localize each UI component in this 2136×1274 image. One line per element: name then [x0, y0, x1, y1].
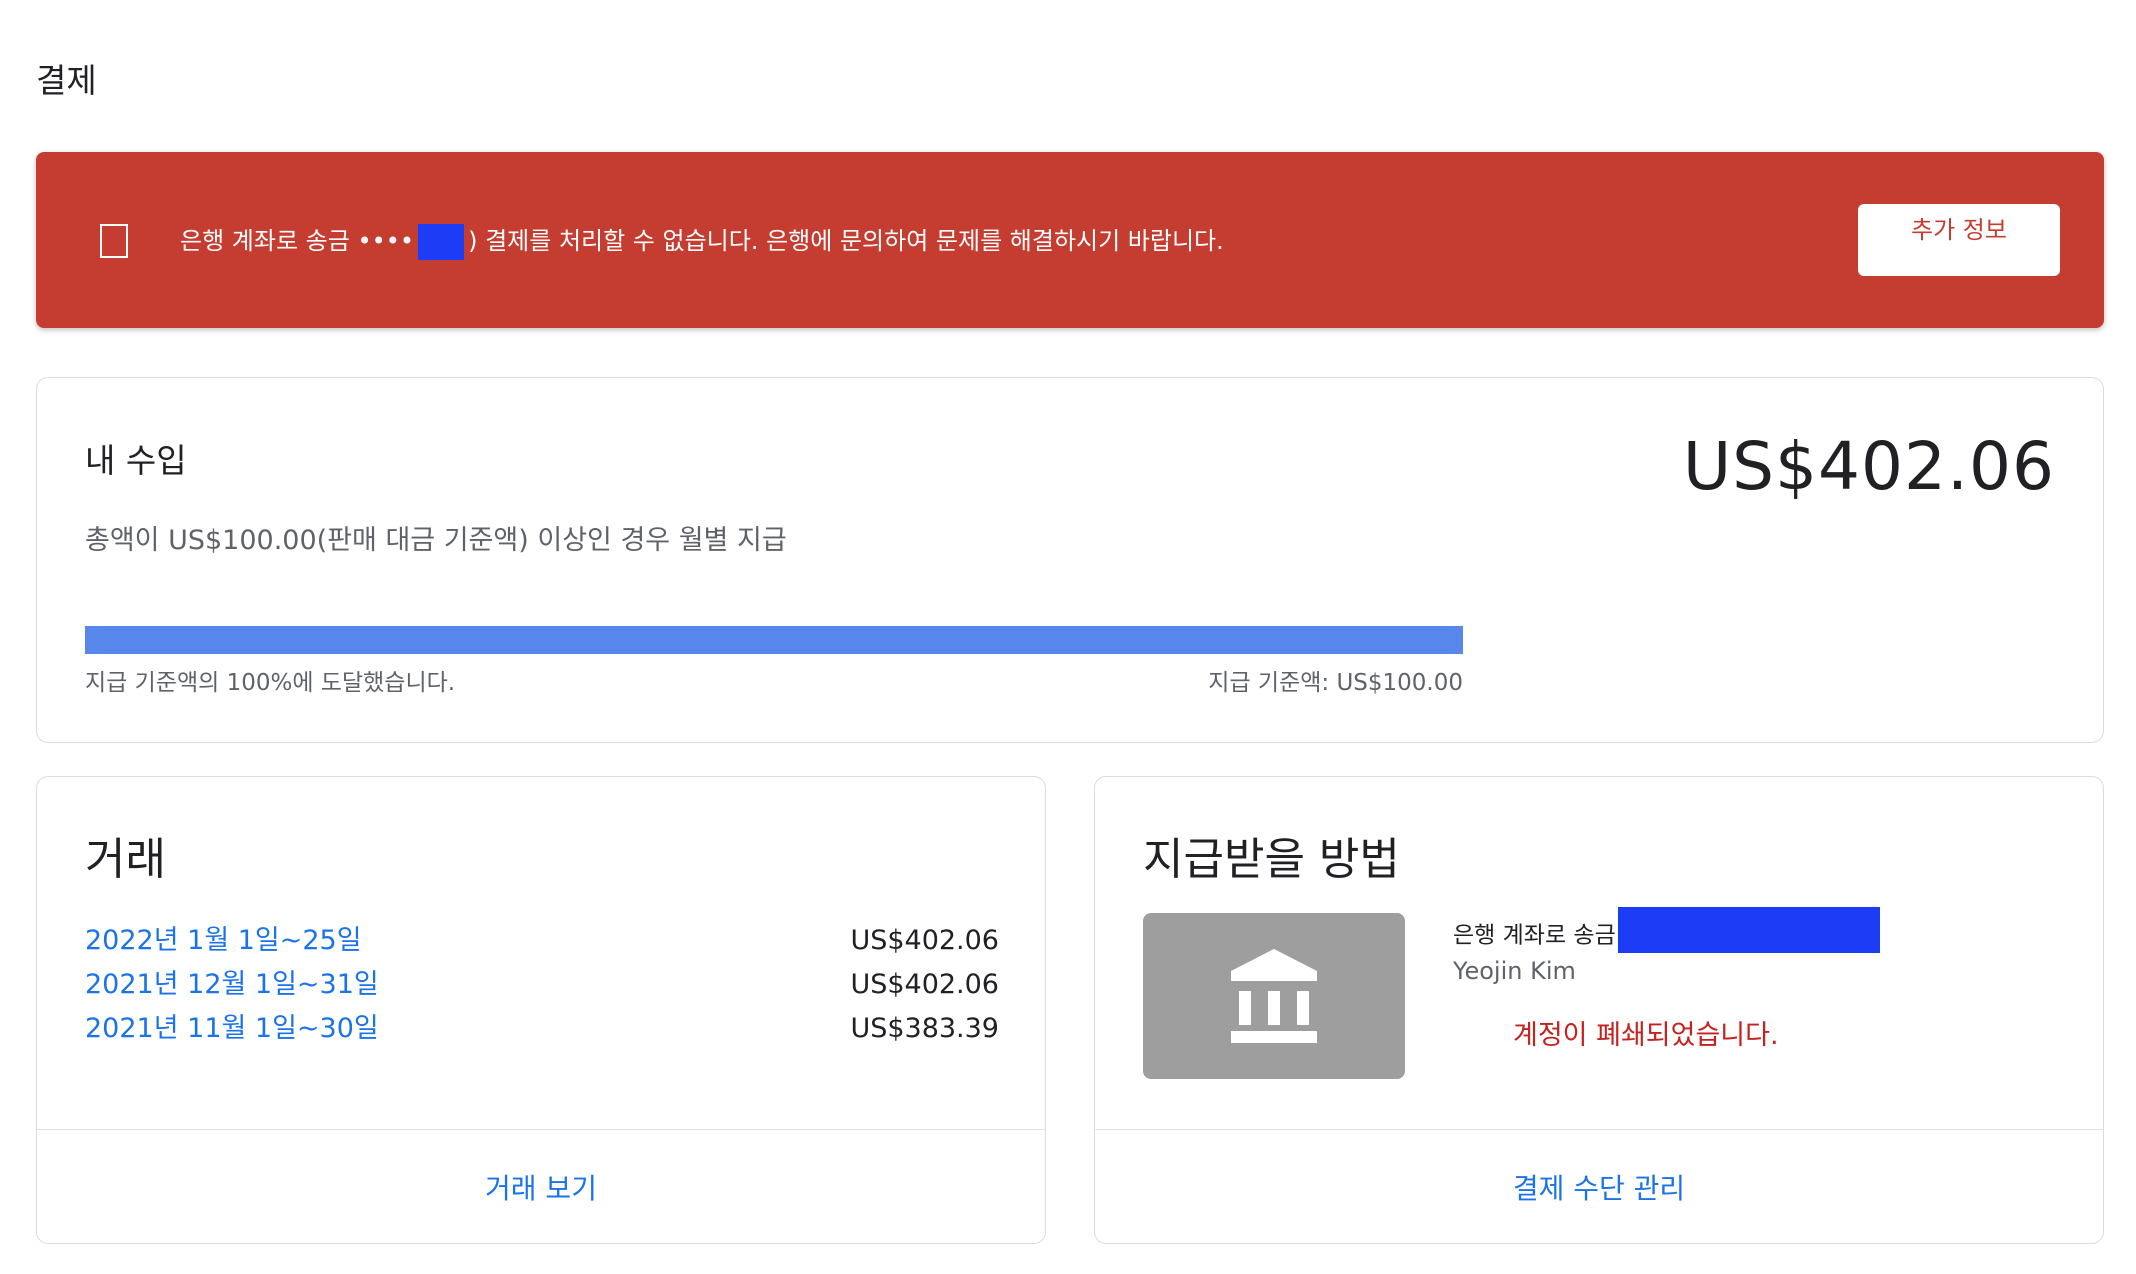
alert-message-suffix: ) 결제를 처리할 수 없습니다. 은행에 문의하여 문제를 해결하시기 바랍니…: [468, 227, 1224, 255]
transaction-amount: US$402.06: [850, 969, 999, 1000]
document-icon: [100, 224, 128, 258]
card-divider: [1095, 1129, 2103, 1130]
card-divider: [37, 1129, 1045, 1130]
transaction-date-link[interactable]: 2022년 1월 1일~25일: [85, 921, 362, 961]
payment-method-title: 지급받을 방법: [1143, 834, 1400, 885]
transaction-date-link[interactable]: 2021년 11월 1일~30일: [85, 1009, 379, 1049]
transactions-title: 거래: [85, 834, 166, 885]
more-info-button[interactable]: 추가 정보: [1858, 204, 2060, 276]
payout-threshold-text: 지급 기준액: US$100.00: [1208, 670, 1463, 696]
page-title: 결제: [36, 61, 97, 100]
payout-progress-bar: [85, 626, 1463, 654]
alert-message: 은행 계좌로 송금 •••• ) 결제를 처리할 수 없습니다. 은행에 문의하여…: [180, 224, 1780, 260]
transaction-amount: US$402.06: [850, 925, 999, 956]
manage-payment-methods-link[interactable]: 결제 수단 관리: [1095, 1167, 2103, 1207]
table-row: 2022년 1월 1일~25일 US$402.06: [85, 921, 999, 961]
view-transactions-link[interactable]: 거래 보기: [37, 1167, 1045, 1207]
redacted-account-digits: [418, 224, 465, 260]
account-holder-name: Yeojin Kim: [1453, 957, 1576, 985]
earnings-title: 내 수입: [85, 441, 187, 480]
transactions-card: 거래 2022년 1월 1일~25일 US$402.06 2021년 12월 1…: [36, 776, 1046, 1244]
table-row: 2021년 12월 1일~31일 US$402.06: [85, 965, 999, 1005]
payment-method-card: 지급받을 방법 은행 계좌로 송금 Yeojin Kim 계정이 폐쇄되었습니다…: [1094, 776, 2104, 1244]
table-row: 2021년 11월 1일~30일 US$383.39: [85, 1009, 999, 1049]
progress-status-text: 지급 기준액의 100%에 도달했습니다.: [85, 670, 456, 696]
payout-progress-fill: [85, 626, 1463, 654]
account-status-text: 계정이 폐쇄되었습니다.: [1513, 1020, 1779, 1051]
redacted-account-number: [1617, 907, 1880, 953]
payment-error-banner: 은행 계좌로 송금 •••• ) 결제를 처리할 수 없습니다. 은행에 문의하여…: [36, 152, 2104, 328]
bank-tile: [1143, 913, 1405, 1079]
bank-transfer-label: 은행 계좌로 송금: [1453, 907, 1880, 959]
earnings-amount: US$402.06: [1682, 428, 2055, 505]
earnings-card: 내 수입 US$402.06 총액이 US$100.00(판매 대금 기준액) …: [36, 377, 2104, 743]
transaction-amount: US$383.39: [850, 1013, 999, 1044]
transaction-date-link[interactable]: 2021년 12월 1일~31일: [85, 965, 379, 1005]
alert-message-prefix: 은행 계좌로 송금 ••••: [180, 227, 415, 255]
bank-transfer-text: 은행 계좌로 송금: [1453, 922, 1616, 949]
bank-icon: [1231, 949, 1317, 1043]
earnings-subtitle: 총액이 US$100.00(판매 대금 기준액) 이상인 경우 월별 지급: [85, 525, 787, 556]
